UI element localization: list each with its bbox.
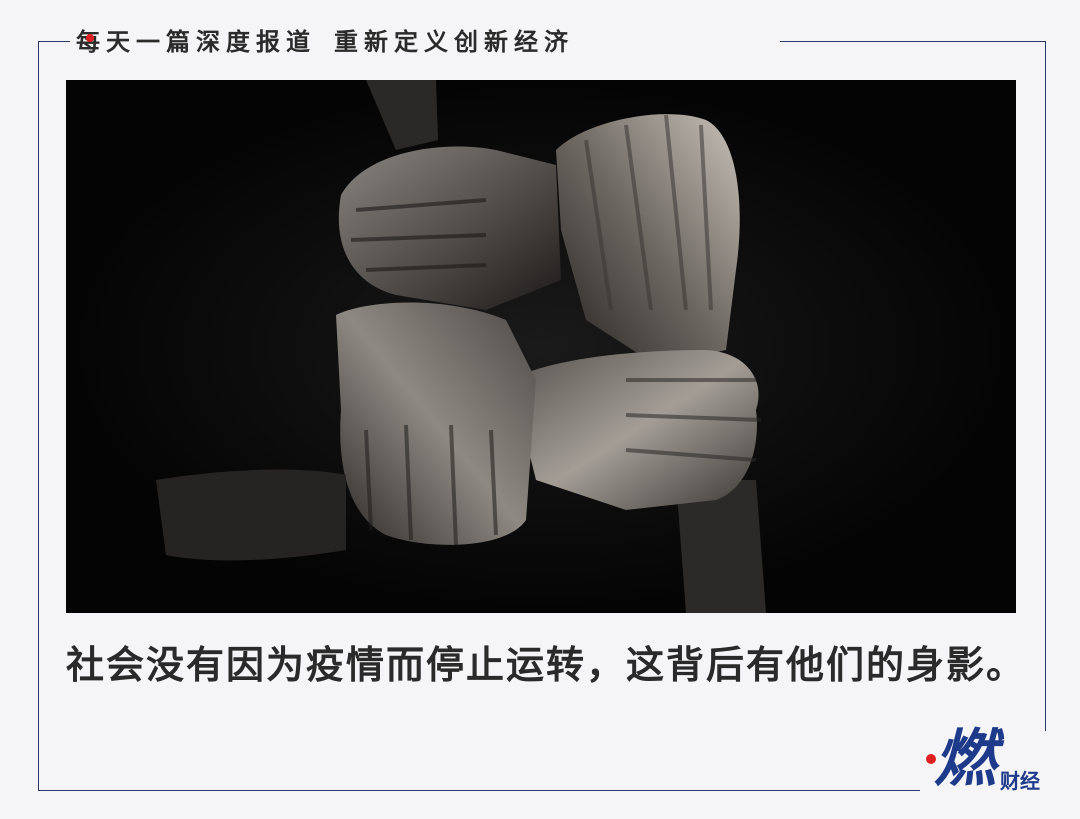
brand-logo: 燃 财经 (924, 722, 1064, 802)
hands-photo (66, 80, 1016, 613)
caption-text: 社会没有因为疫情而停止运转，这背后有他们的身影。 (66, 643, 1027, 687)
frame-line-left (38, 41, 39, 791)
logo-sub-text: 财经 (1000, 769, 1040, 793)
frame-line-top-right (780, 41, 1046, 42)
frame-line-top-left (38, 41, 70, 42)
frame-line-right (1045, 41, 1046, 731)
header-tagline: 每天一篇深度报道 重新定义创新经济 (76, 22, 574, 62)
page: 每天一篇深度报道 重新定义创新经济 社会没有因为疫情而停止运转，这背后有他们的身… (0, 0, 1080, 819)
four-hands-clasped-icon (66, 80, 1016, 613)
tagline-part-1: 每天一篇深度报道 (76, 28, 316, 56)
tagline-part-2: 重新定义创新经济 (334, 28, 574, 56)
red-dot-icon (86, 34, 94, 42)
logo-main-char: 燃 (934, 722, 997, 795)
frame-line-bottom (38, 790, 920, 791)
